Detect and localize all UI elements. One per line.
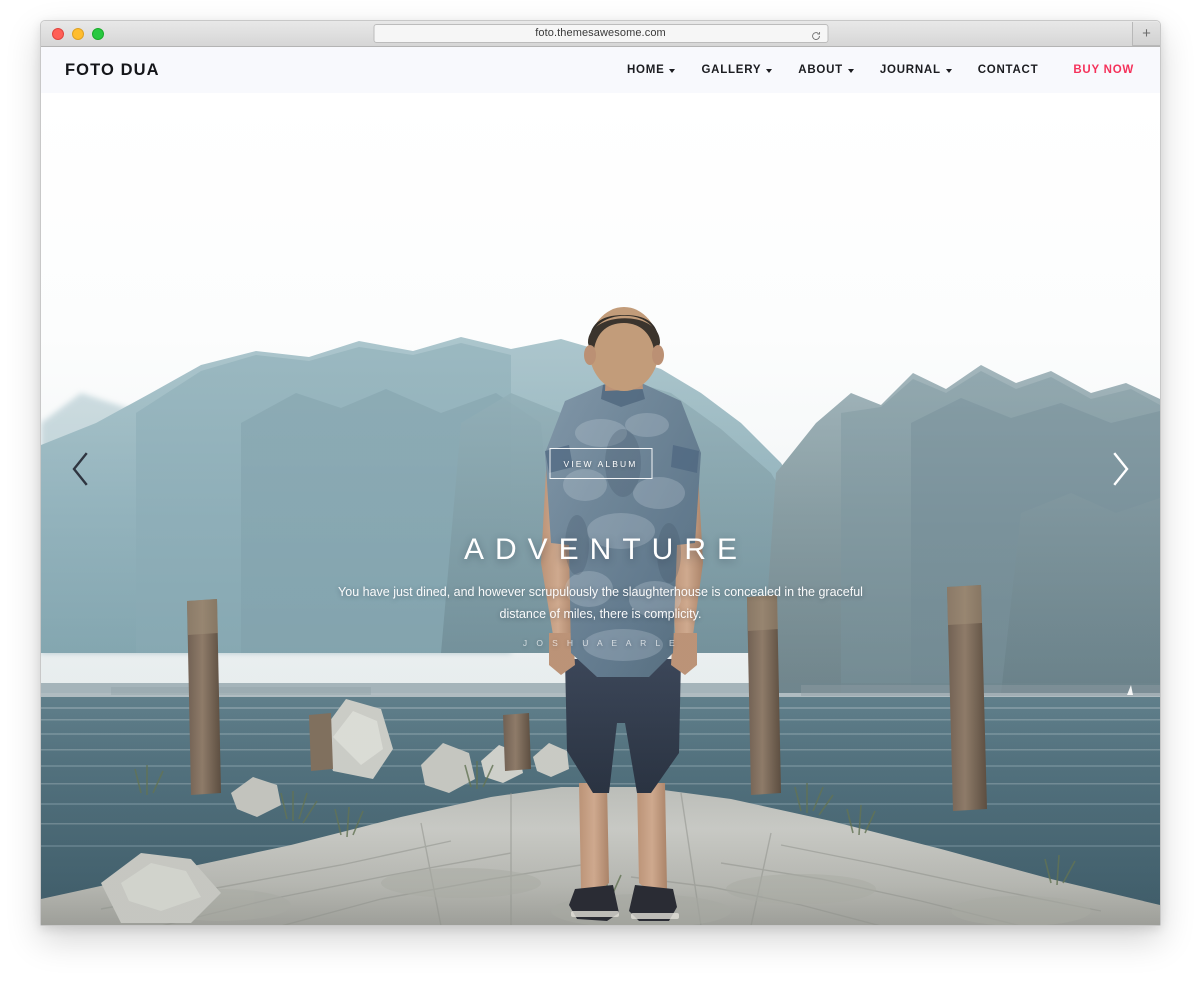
nav-item-contact[interactable]: CONTACT — [965, 64, 1052, 76]
website-viewport: FOTO DUA HOME GALLERY ABOUT JOURNAL CONT… — [41, 47, 1160, 925]
window-controls — [52, 27, 104, 40]
nav-item-about[interactable]: ABOUT — [785, 64, 867, 76]
chevron-down-icon — [847, 69, 854, 73]
maximize-window-button[interactable] — [92, 27, 104, 40]
hero-author: J O S H U A E A R L E — [522, 638, 679, 648]
minimize-window-button[interactable] — [72, 27, 84, 40]
new-tab-button[interactable]: + — [1132, 22, 1160, 46]
close-window-button[interactable] — [52, 27, 64, 40]
view-album-button[interactable]: VIEW ALBUM — [549, 448, 652, 479]
nav-item-journal[interactable]: JOURNAL — [867, 64, 965, 76]
site-logo[interactable]: FOTO DUA — [65, 61, 160, 80]
nav-label-gallery: GALLERY — [701, 64, 762, 76]
hero-quote: You have just dined, and however scrupul… — [338, 585, 863, 621]
nav-label-about: ABOUT — [798, 64, 843, 76]
site-navbar: FOTO DUA HOME GALLERY ABOUT JOURNAL CONT… — [41, 47, 1160, 93]
chevron-right-icon — [1110, 451, 1132, 487]
chevron-left-icon — [69, 451, 91, 487]
nav-menu: HOME GALLERY ABOUT JOURNAL CONTACT BUY N… — [614, 64, 1134, 76]
hero-title: ADVENTURE — [463, 533, 749, 566]
chevron-down-icon — [945, 69, 952, 73]
chevron-down-icon — [766, 69, 773, 73]
hero-content-overlay: VIEW ALBUM ADVENTURE You have just dined… — [41, 93, 1160, 925]
hero-caption: ADVENTURE You have just dined, and howev… — [321, 533, 881, 648]
hero-slider: VIEW ALBUM ADVENTURE You have just dined… — [41, 93, 1160, 925]
browser-titlebar: foto.themesawesome.com + — [41, 21, 1160, 47]
reload-icon[interactable] — [810, 28, 821, 40]
nav-label-home: HOME — [626, 64, 665, 76]
nav-item-home[interactable]: HOME — [614, 64, 689, 76]
nav-label-contact: CONTACT — [977, 64, 1039, 76]
nav-item-gallery[interactable]: GALLERY — [688, 64, 785, 76]
nav-label-journal: JOURNAL — [879, 64, 941, 76]
slider-next-button[interactable] — [1104, 445, 1138, 493]
url-text: foto.themesawesome.com — [535, 27, 666, 39]
browser-window: foto.themesawesome.com + FOTO DUA HOME G… — [40, 20, 1161, 926]
chevron-down-icon — [669, 69, 676, 73]
address-bar[interactable]: foto.themesawesome.com — [373, 24, 828, 43]
slider-prev-button[interactable] — [63, 445, 97, 493]
buy-now-button[interactable]: BUY NOW — [1051, 64, 1134, 76]
